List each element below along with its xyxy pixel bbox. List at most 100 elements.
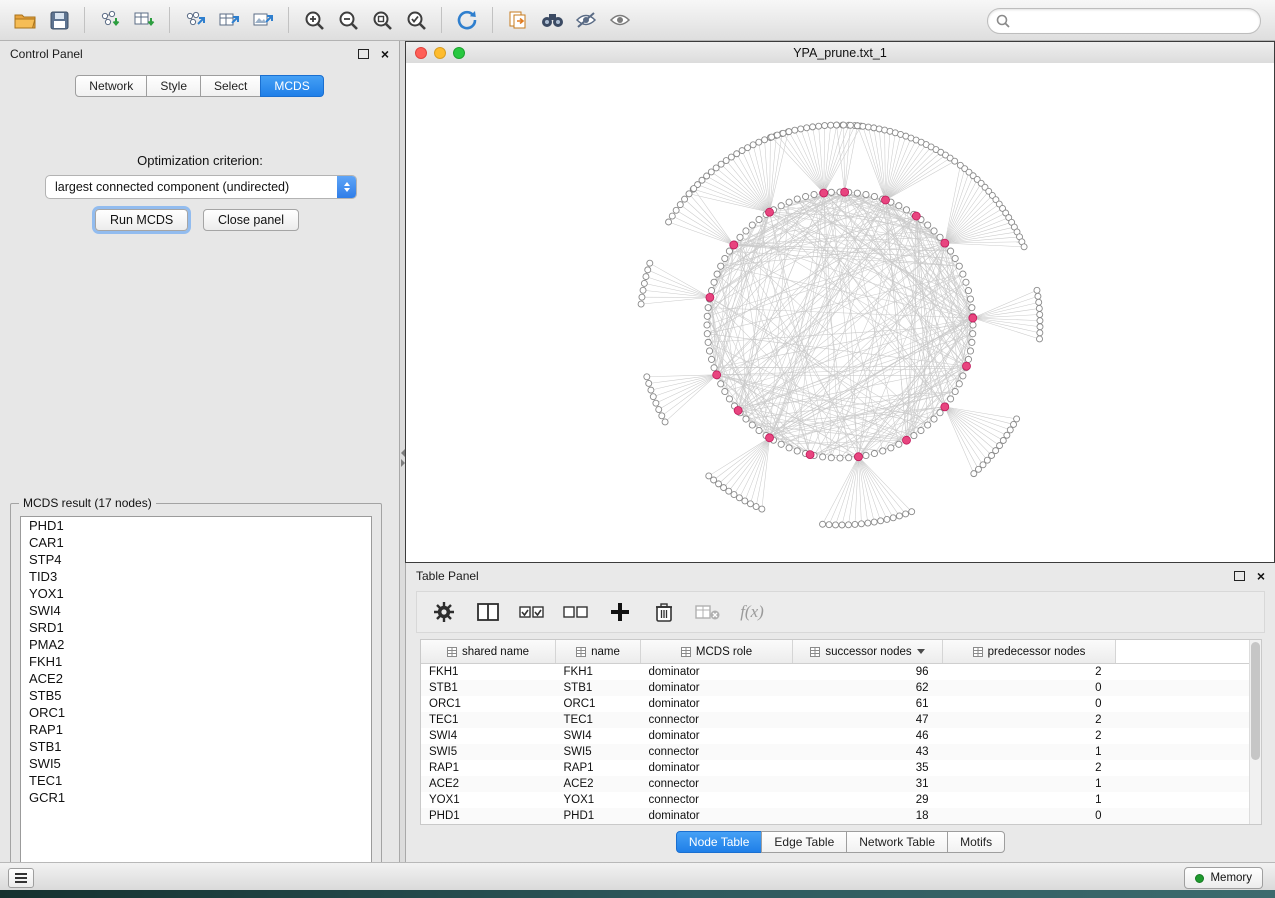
column-header-mcds-role[interactable]: MCDS role xyxy=(641,640,793,664)
search-input[interactable] xyxy=(1018,13,1252,29)
toolbar-separator xyxy=(169,7,170,33)
mcds-result-item[interactable]: SWI4 xyxy=(21,602,371,619)
import-network-button[interactable] xyxy=(94,4,126,36)
tab-node-table[interactable]: Node Table xyxy=(676,831,763,853)
table-settings-button[interactable] xyxy=(429,597,459,627)
apply-layout-button[interactable] xyxy=(451,4,483,36)
zoom-fit-button[interactable] xyxy=(400,4,432,36)
tab-network[interactable]: Network xyxy=(75,75,147,97)
zoom-out-icon xyxy=(338,10,359,31)
zoom-actual-size-button[interactable] xyxy=(366,4,398,36)
mcds-result-item[interactable]: STB1 xyxy=(21,738,371,755)
export-table-button[interactable] xyxy=(213,4,245,36)
mcds-result-item[interactable]: SWI5 xyxy=(21,755,371,772)
show-details-button[interactable] xyxy=(604,4,636,36)
mcds-result-item[interactable]: TEC1 xyxy=(21,772,371,789)
copy-document-button[interactable] xyxy=(502,4,534,36)
status-menu-button[interactable] xyxy=(8,868,34,888)
table-scrollbar-thumb[interactable] xyxy=(1251,642,1260,760)
network-canvas[interactable] xyxy=(406,63,1274,562)
run-mcds-button[interactable]: Run MCDS xyxy=(95,209,188,231)
column-header-predecessor-nodes[interactable]: predecessor nodes xyxy=(943,640,1116,664)
tab-mcds[interactable]: MCDS xyxy=(260,75,323,97)
mcds-result-item[interactable]: RAP1 xyxy=(21,721,371,738)
mcds-result-item[interactable]: SRD1 xyxy=(21,619,371,636)
column-header-name[interactable]: name xyxy=(556,640,641,664)
table-panel-title: Table Panel xyxy=(416,569,1234,583)
tab-motifs[interactable]: Motifs xyxy=(947,831,1005,853)
table-row[interactable]: ACE2ACE2connector311 xyxy=(421,776,1262,792)
criterion-select[interactable]: largest connected component (undirected) xyxy=(45,175,357,199)
mcds-result-item[interactable]: YOX1 xyxy=(21,585,371,602)
show-columns-button[interactable] xyxy=(473,597,503,627)
mcds-result-item[interactable]: ACE2 xyxy=(21,670,371,687)
table-cell: SWI5 xyxy=(556,744,641,760)
delete-column-button[interactable] xyxy=(649,597,679,627)
open-file-button[interactable] xyxy=(9,4,41,36)
table-cell: PHD1 xyxy=(421,808,556,824)
column-type-icon xyxy=(576,647,586,657)
table-row[interactable]: ORC1ORC1dominator610 xyxy=(421,696,1262,712)
mcds-result-item[interactable]: TID3 xyxy=(21,568,371,585)
tab-select[interactable]: Select xyxy=(200,75,261,97)
export-image-button[interactable] xyxy=(247,4,279,36)
tab-network-table[interactable]: Network Table xyxy=(846,831,948,853)
close-panel-button[interactable]: Close panel xyxy=(203,209,299,231)
float-panel-icon[interactable] xyxy=(358,49,369,59)
list-icon xyxy=(15,873,27,875)
tab-edge-table[interactable]: Edge Table xyxy=(761,831,847,853)
mcds-result-item[interactable]: STP4 xyxy=(21,551,371,568)
mcds-result-item[interactable]: GCR1 xyxy=(21,789,371,806)
table-scrollbar[interactable] xyxy=(1249,640,1261,824)
table-cell: STB1 xyxy=(421,680,556,696)
column-header-successor-nodes[interactable]: successor nodes xyxy=(793,640,943,664)
add-column-button[interactable] xyxy=(605,597,635,627)
table-panel: Table Panel × xyxy=(405,563,1275,862)
hide-details-button[interactable] xyxy=(570,4,602,36)
function-builder-button[interactable]: f(x) xyxy=(737,597,767,627)
table-row[interactable]: SWI5SWI5connector431 xyxy=(421,744,1262,760)
tab-style[interactable]: Style xyxy=(146,75,201,97)
export-network-button[interactable] xyxy=(179,4,211,36)
table-row[interactable]: TEC1TEC1connector472 xyxy=(421,712,1262,728)
table-toolbar: f(x) xyxy=(416,591,1265,633)
zoom-out-button[interactable] xyxy=(332,4,364,36)
search-network-button[interactable] xyxy=(536,4,568,36)
table-cell: 46 xyxy=(793,728,943,744)
table-row[interactable]: FKH1FKH1dominator962 xyxy=(421,664,1262,681)
mcds-result-item[interactable]: STB5 xyxy=(21,687,371,704)
network-window-titlebar[interactable]: YPA_prune.txt_1 xyxy=(406,42,1274,64)
mcds-result-item[interactable]: CAR1 xyxy=(21,534,371,551)
mcds-result-item[interactable]: ORC1 xyxy=(21,704,371,721)
export-network-icon xyxy=(184,10,206,30)
column-header-shared-name[interactable]: shared name xyxy=(421,640,556,664)
mcds-result-item[interactable]: FKH1 xyxy=(21,653,371,670)
select-all-rows-button[interactable] xyxy=(517,597,547,627)
mcds-result-item[interactable]: PMA2 xyxy=(21,636,371,653)
table-row[interactable]: YOX1YOX1connector291 xyxy=(421,792,1262,808)
close-panel-icon[interactable]: × xyxy=(381,47,389,61)
deselect-all-rows-button[interactable] xyxy=(561,597,591,627)
table-cell: YOX1 xyxy=(556,792,641,808)
mcds-result-item[interactable]: PHD1 xyxy=(21,517,371,534)
table-row[interactable]: RAP1RAP1dominator352 xyxy=(421,760,1262,776)
delete-table-button[interactable] xyxy=(693,597,723,627)
table-row[interactable]: STB1STB1dominator620 xyxy=(421,680,1262,696)
save-session-button[interactable] xyxy=(43,4,75,36)
table-cell: 2 xyxy=(943,664,1116,681)
global-search-box[interactable] xyxy=(987,8,1261,34)
table-cell: ORC1 xyxy=(421,696,556,712)
close-panel-icon[interactable]: × xyxy=(1257,569,1265,583)
import-table-button[interactable] xyxy=(128,4,160,36)
mcds-result-list[interactable]: PHD1CAR1STP4TID3YOX1SWI4SRD1PMA2FKH1ACE2… xyxy=(20,516,372,867)
table-cell: dominator xyxy=(641,760,793,776)
float-panel-icon[interactable] xyxy=(1234,571,1245,581)
memory-button[interactable]: Memory xyxy=(1184,867,1263,889)
table-cell: connector xyxy=(641,792,793,808)
table-row[interactable]: PHD1PHD1dominator180 xyxy=(421,808,1262,824)
zoom-in-button[interactable] xyxy=(298,4,330,36)
application-window: Control Panel × Network Style Select MCD… xyxy=(0,0,1275,890)
table-cell: connector xyxy=(641,744,793,760)
table-cell: SWI4 xyxy=(421,728,556,744)
table-row[interactable]: SWI4SWI4dominator462 xyxy=(421,728,1262,744)
